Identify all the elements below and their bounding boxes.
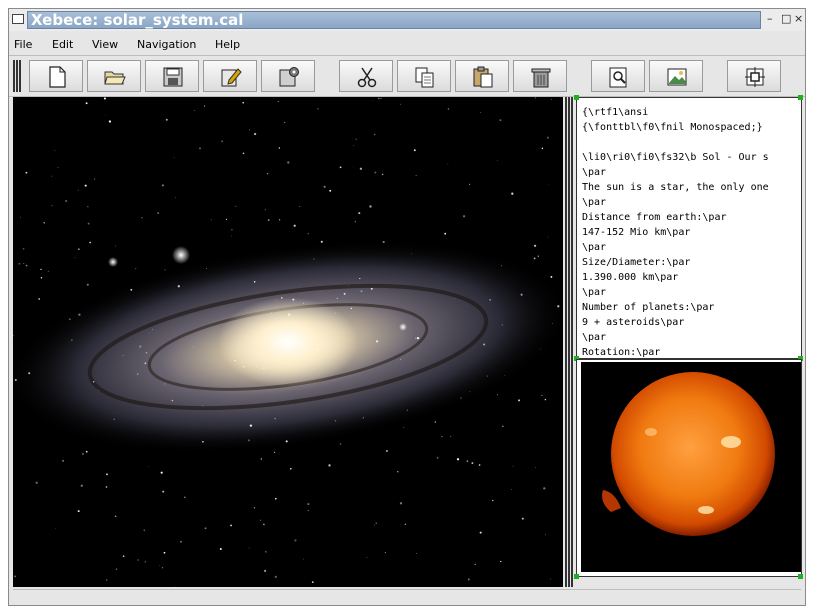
status-bar — [13, 589, 801, 604]
app-window: Xebece: solar_system.cal – □ × File Edit… — [8, 8, 806, 606]
delete-icon — [531, 68, 551, 88]
menu-view[interactable]: View — [92, 38, 118, 51]
title-field: Xebece: solar_system.cal — [27, 11, 761, 29]
cut-button[interactable] — [339, 60, 393, 92]
text-line: Number of planets:\par — [582, 302, 715, 313]
sun-image-node[interactable] — [576, 359, 802, 577]
text-line: \par — [582, 332, 607, 343]
resize-handle-top-right[interactable] — [798, 95, 803, 100]
new-button[interactable] — [29, 60, 83, 92]
text-line: Distance from earth:\par — [582, 212, 727, 223]
new-document-icon — [49, 66, 66, 88]
toolbar — [9, 55, 805, 97]
resize-handle-bottom-right[interactable] — [798, 574, 803, 579]
text-line: {\fonttbl\f0\fnil Monospaced;} — [582, 122, 763, 133]
save-icon — [163, 67, 183, 87]
text-line: 147-152 Mio km\par — [582, 227, 691, 238]
image-button[interactable] — [649, 60, 703, 92]
edit-button[interactable] — [203, 60, 257, 92]
text-line: \par — [582, 197, 607, 208]
sun-image — [581, 362, 801, 572]
text-line: 1.390.000 km\par — [582, 272, 679, 283]
cut-icon — [357, 67, 377, 88]
settings-button[interactable] — [261, 60, 315, 92]
galaxy-image[interactable] — [13, 97, 563, 587]
text-line: Size/Diameter:\par — [582, 257, 691, 268]
resize-handle-bottom-left[interactable] — [574, 574, 579, 579]
paste-icon — [473, 66, 493, 88]
text-line: \par — [582, 167, 607, 178]
text-line: \par — [582, 242, 607, 253]
minimize-button[interactable]: – — [767, 13, 773, 25]
panel-splitter[interactable] — [565, 97, 573, 587]
copy-icon — [415, 67, 434, 88]
paste-button[interactable] — [455, 60, 509, 92]
open-folder-icon — [104, 71, 126, 85]
open-button[interactable] — [87, 60, 141, 92]
window-menu-icon[interactable] — [12, 14, 24, 24]
menu-help[interactable]: Help — [215, 38, 240, 51]
text-line: \li0\ri0\fi0\fs32\b Sol - Our s — [582, 152, 769, 163]
zoom-button[interactable] — [591, 60, 645, 92]
close-button[interactable]: × — [794, 13, 803, 25]
text-line: Rotation:\par — [582, 347, 661, 358]
resize-handle-top-left[interactable] — [574, 95, 579, 100]
title-bar: Xebece: solar_system.cal – □ × — [9, 9, 805, 31]
menu-bar: File Edit View Navigation Help — [9, 35, 805, 55]
text-line: The sun is a star, the only one — [582, 182, 769, 193]
menu-navigation[interactable]: Navigation — [137, 38, 196, 51]
fullscreen-button[interactable] — [727, 60, 781, 92]
window-title: Xebece: solar_system.cal — [31, 11, 244, 29]
copy-button[interactable] — [397, 60, 451, 92]
edit-icon — [221, 68, 242, 87]
text-line: 9 + asteroids\par — [582, 317, 685, 328]
maximize-button[interactable]: □ — [781, 13, 791, 25]
menu-edit[interactable]: Edit — [52, 38, 73, 51]
text-line: {\rtf1\ansi — [582, 107, 649, 118]
text-line: \par — [582, 287, 607, 298]
save-button[interactable] — [145, 60, 199, 92]
delete-button[interactable] — [513, 60, 567, 92]
fullscreen-icon — [745, 67, 765, 87]
menu-file[interactable]: File — [14, 38, 32, 51]
zoom-icon — [609, 67, 627, 88]
rtf-text-node[interactable]: {\rtf1\ansi {\fonttbl\f0\fnil Monospaced;… — [576, 97, 802, 359]
toolbar-grip[interactable] — [13, 60, 21, 92]
settings-icon — [279, 67, 299, 87]
image-icon — [667, 68, 687, 86]
